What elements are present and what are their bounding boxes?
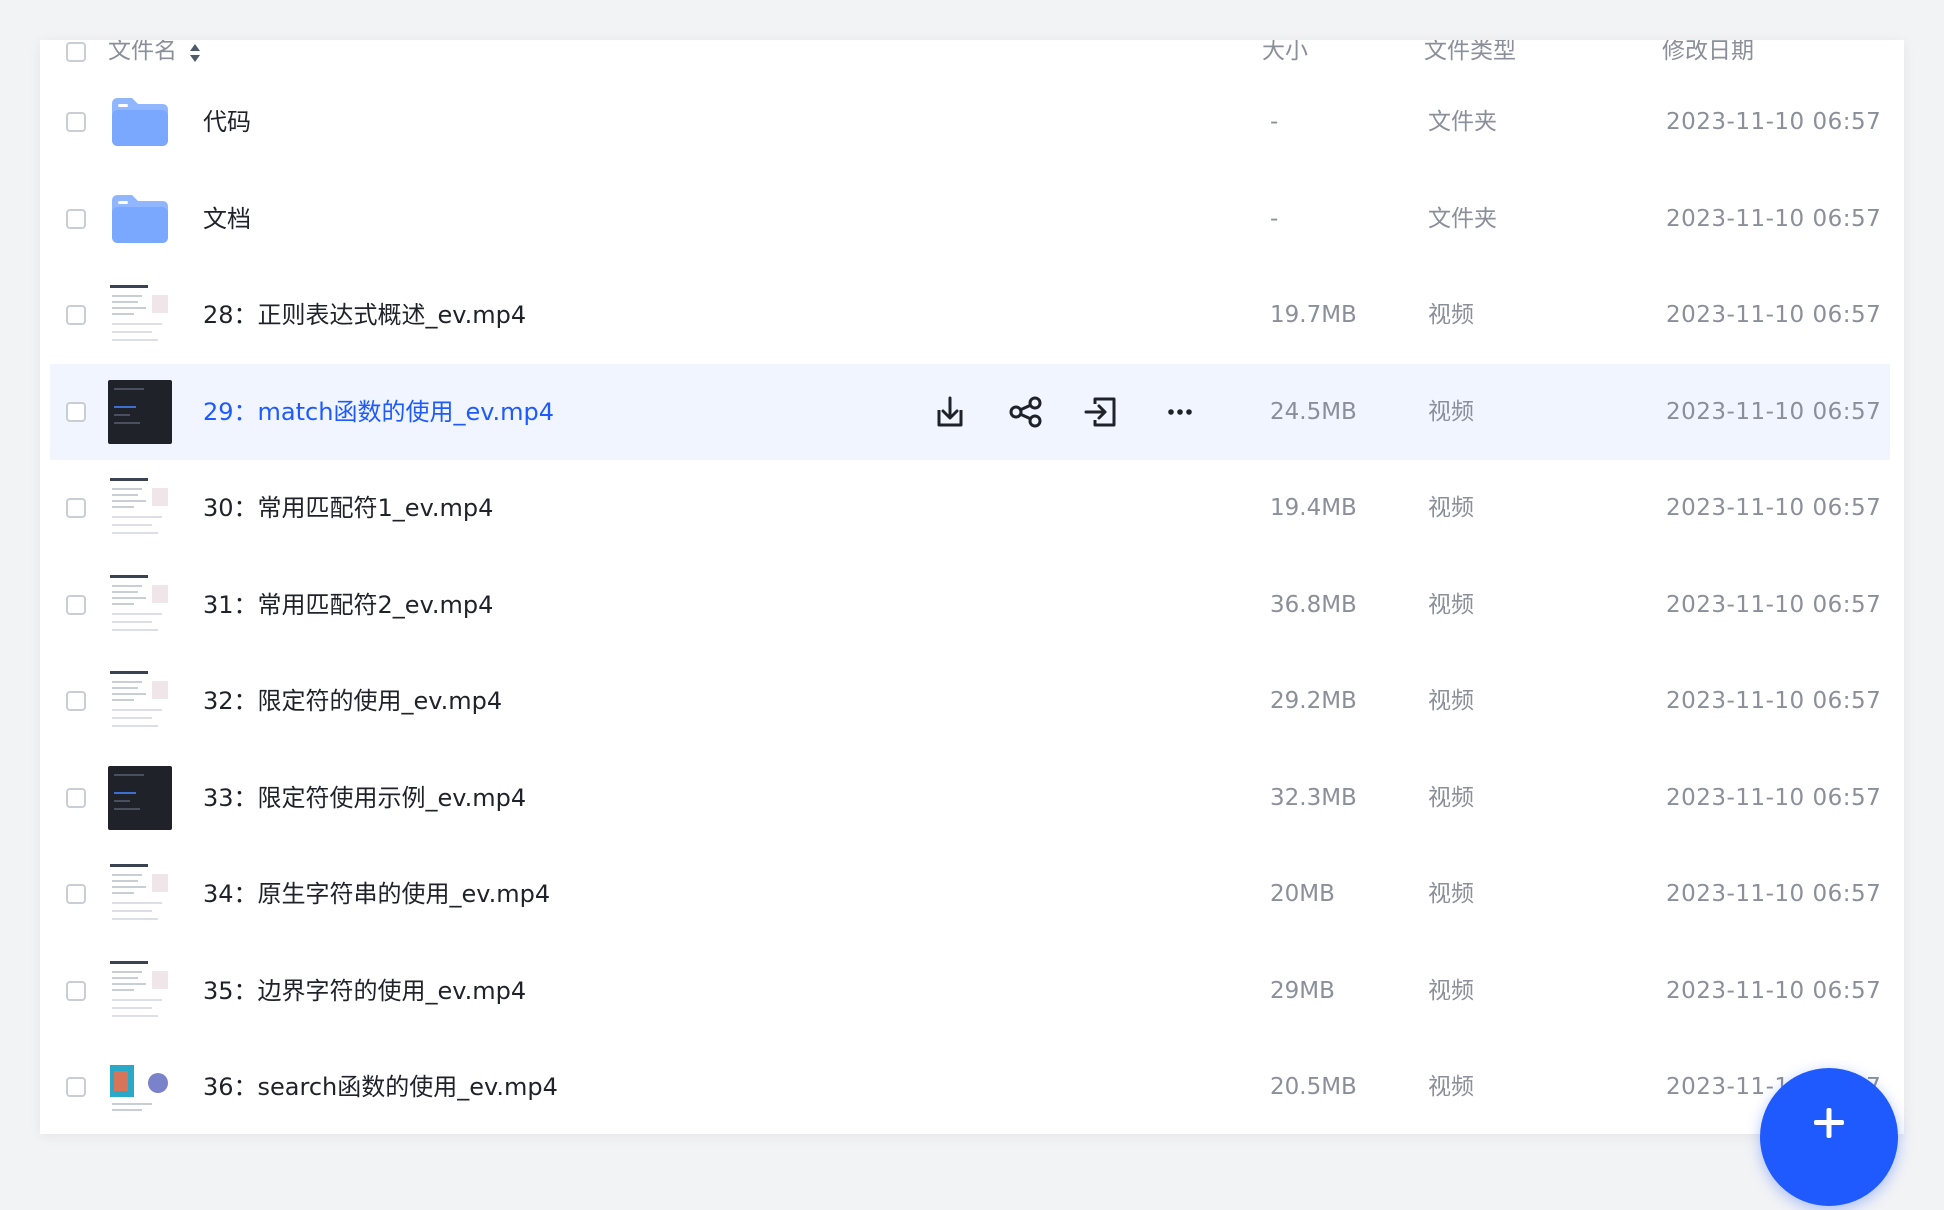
folder-row[interactable]: 文档 - 文件夹 2023-11-10 06:57 xyxy=(50,171,1890,267)
folder-icon[interactable] xyxy=(108,187,172,251)
file-size: - xyxy=(1270,205,1279,232)
add-button[interactable] xyxy=(1760,1068,1898,1206)
table-header: 文件名 大小 文件类型 修改日期 xyxy=(40,40,1904,64)
video-thumbnail[interactable] xyxy=(108,765,172,830)
file-type: 视频 xyxy=(1428,398,1474,425)
file-name[interactable]: 29：match函数的使用_ev.mp4 xyxy=(203,364,554,460)
column-header-date[interactable]: 修改日期 xyxy=(1662,40,1754,66)
modified-date: 2023-11-10 06:57 xyxy=(1666,591,1882,618)
file-row[interactable]: 28：正则表达式概述_ev.mp4 19.7MB 视频 2023-11-10 06:5… xyxy=(50,267,1890,363)
file-size: 20.5MB xyxy=(1270,1074,1357,1100)
file-type: 文件夹 xyxy=(1428,205,1497,232)
video-thumbnail[interactable] xyxy=(108,379,172,444)
file-list-panel: 文件名 大小 文件类型 修改日期 代码 - 文件夹 2023-11-10 06:57 文… xyxy=(40,40,1904,1134)
modified-date: 2023-11-10 06:57 xyxy=(1666,302,1882,328)
column-header-name[interactable]: 文件名 xyxy=(108,40,177,66)
download-icon[interactable] xyxy=(930,392,970,432)
file-size: 29MB xyxy=(1270,977,1335,1004)
file-type: 视频 xyxy=(1428,977,1474,1004)
more-icon[interactable] xyxy=(1160,392,1200,432)
row-checkbox[interactable] xyxy=(66,980,86,1001)
row-checkbox[interactable] xyxy=(66,1077,86,1097)
video-thumbnail[interactable] xyxy=(108,669,172,733)
row-checkbox[interactable] xyxy=(66,498,86,518)
file-row[interactable]: 34：原生字符串的使用_ev.mp4 20MB 视频 2023-11-10 06:57 xyxy=(50,846,1890,942)
video-thumbnail[interactable] xyxy=(108,476,172,540)
file-size: 29.2MB xyxy=(1270,688,1357,714)
file-name[interactable]: 代码 xyxy=(203,74,251,170)
file-name[interactable]: 32：限定符的使用_ev.mp4 xyxy=(203,653,502,749)
file-size: - xyxy=(1270,109,1279,135)
column-header-size[interactable]: 大小 xyxy=(1262,40,1308,66)
file-type: 视频 xyxy=(1428,881,1474,907)
row-checkbox[interactable] xyxy=(66,305,86,325)
file-row[interactable]: 32：限定符的使用_ev.mp4 29.2MB 视频 2023-11-10 06:57 xyxy=(50,653,1890,749)
file-name[interactable]: 36：search函数的使用_ev.mp4 xyxy=(203,1039,558,1134)
modified-date: 2023-11-10 06:57 xyxy=(1666,109,1882,135)
file-type: 视频 xyxy=(1428,784,1474,811)
modified-date: 2023-11-10 06:57 xyxy=(1666,398,1882,425)
file-name[interactable]: 34：原生字符串的使用_ev.mp4 xyxy=(203,846,550,942)
file-type: 文件夹 xyxy=(1428,109,1497,135)
file-size: 24.5MB xyxy=(1270,398,1357,425)
file-type: 视频 xyxy=(1428,495,1474,521)
file-row[interactable]: 31：常用匹配符2_ev.mp4 36.8MB 视频 2023-11-10 06:57 xyxy=(50,557,1890,653)
share-icon[interactable] xyxy=(1006,392,1046,432)
row-checkbox[interactable] xyxy=(66,787,86,808)
file-row[interactable]: 33：限定符使用示例_ev.mp4 32.3MB 视频 2023-11-10 06:5… xyxy=(50,750,1890,846)
sort-icon[interactable] xyxy=(188,42,202,64)
file-type: 视频 xyxy=(1428,302,1474,328)
video-thumbnail[interactable] xyxy=(108,1055,172,1119)
modified-date: 2023-11-10 06:57 xyxy=(1666,881,1882,907)
column-header-type[interactable]: 文件类型 xyxy=(1424,40,1516,66)
file-size: 36.8MB xyxy=(1270,591,1357,618)
file-row[interactable]: 35：边界字符的使用_ev.mp4 29MB 视频 2023-11-10 06:57 xyxy=(50,943,1890,1039)
video-thumbnail[interactable] xyxy=(108,283,172,347)
file-size: 32.3MB xyxy=(1270,784,1357,811)
modified-date: 2023-11-10 06:57 xyxy=(1666,495,1882,521)
file-row[interactable]: 30：常用匹配符1_ev.mp4 19.4MB 视频 2023-11-10 06:57 xyxy=(50,460,1890,556)
row-checkbox[interactable] xyxy=(66,208,86,229)
file-name[interactable]: 31：常用匹配符2_ev.mp4 xyxy=(203,557,493,653)
row-checkbox[interactable] xyxy=(66,112,86,132)
video-thumbnail[interactable] xyxy=(108,862,172,926)
file-name[interactable]: 30：常用匹配符1_ev.mp4 xyxy=(203,460,493,556)
modified-date: 2023-11-10 06:57 xyxy=(1666,784,1882,811)
video-thumbnail[interactable] xyxy=(108,958,172,1023)
file-type: 视频 xyxy=(1428,591,1474,618)
move-icon[interactable] xyxy=(1081,392,1121,432)
modified-date: 2023-11-10 06:57 xyxy=(1666,977,1882,1004)
row-checkbox[interactable] xyxy=(66,401,86,422)
row-checkbox[interactable] xyxy=(66,594,86,615)
file-row[interactable]: 29：match函数的使用_ev.mp4 24.5MB 视频 2023-11-10 0… xyxy=(50,363,1890,460)
file-row[interactable]: 36：search函数的使用_ev.mp4 20.5MB 视频 2023-11-10 … xyxy=(50,1039,1890,1134)
file-name[interactable]: 文档 xyxy=(203,171,251,267)
modified-date: 2023-11-10 06:57 xyxy=(1666,205,1882,232)
file-name[interactable]: 28：正则表达式概述_ev.mp4 xyxy=(203,267,526,363)
file-type: 视频 xyxy=(1428,1074,1474,1100)
row-checkbox[interactable] xyxy=(66,691,86,711)
folder-row[interactable]: 代码 - 文件夹 2023-11-10 06:57 xyxy=(50,74,1890,170)
file-type: 视频 xyxy=(1428,688,1474,714)
file-size: 19.7MB xyxy=(1270,302,1357,328)
row-checkbox[interactable] xyxy=(66,884,86,904)
file-name[interactable]: 33：限定符使用示例_ev.mp4 xyxy=(203,750,526,846)
file-name[interactable]: 35：边界字符的使用_ev.mp4 xyxy=(203,943,526,1039)
modified-date: 2023-11-10 06:57 xyxy=(1666,688,1882,714)
select-all-checkbox[interactable] xyxy=(66,42,86,62)
file-size: 19.4MB xyxy=(1270,495,1357,521)
plus-icon xyxy=(1814,1108,1844,1138)
folder-icon[interactable] xyxy=(108,90,172,154)
video-thumbnail[interactable] xyxy=(108,572,172,637)
file-size: 20MB xyxy=(1270,881,1335,907)
